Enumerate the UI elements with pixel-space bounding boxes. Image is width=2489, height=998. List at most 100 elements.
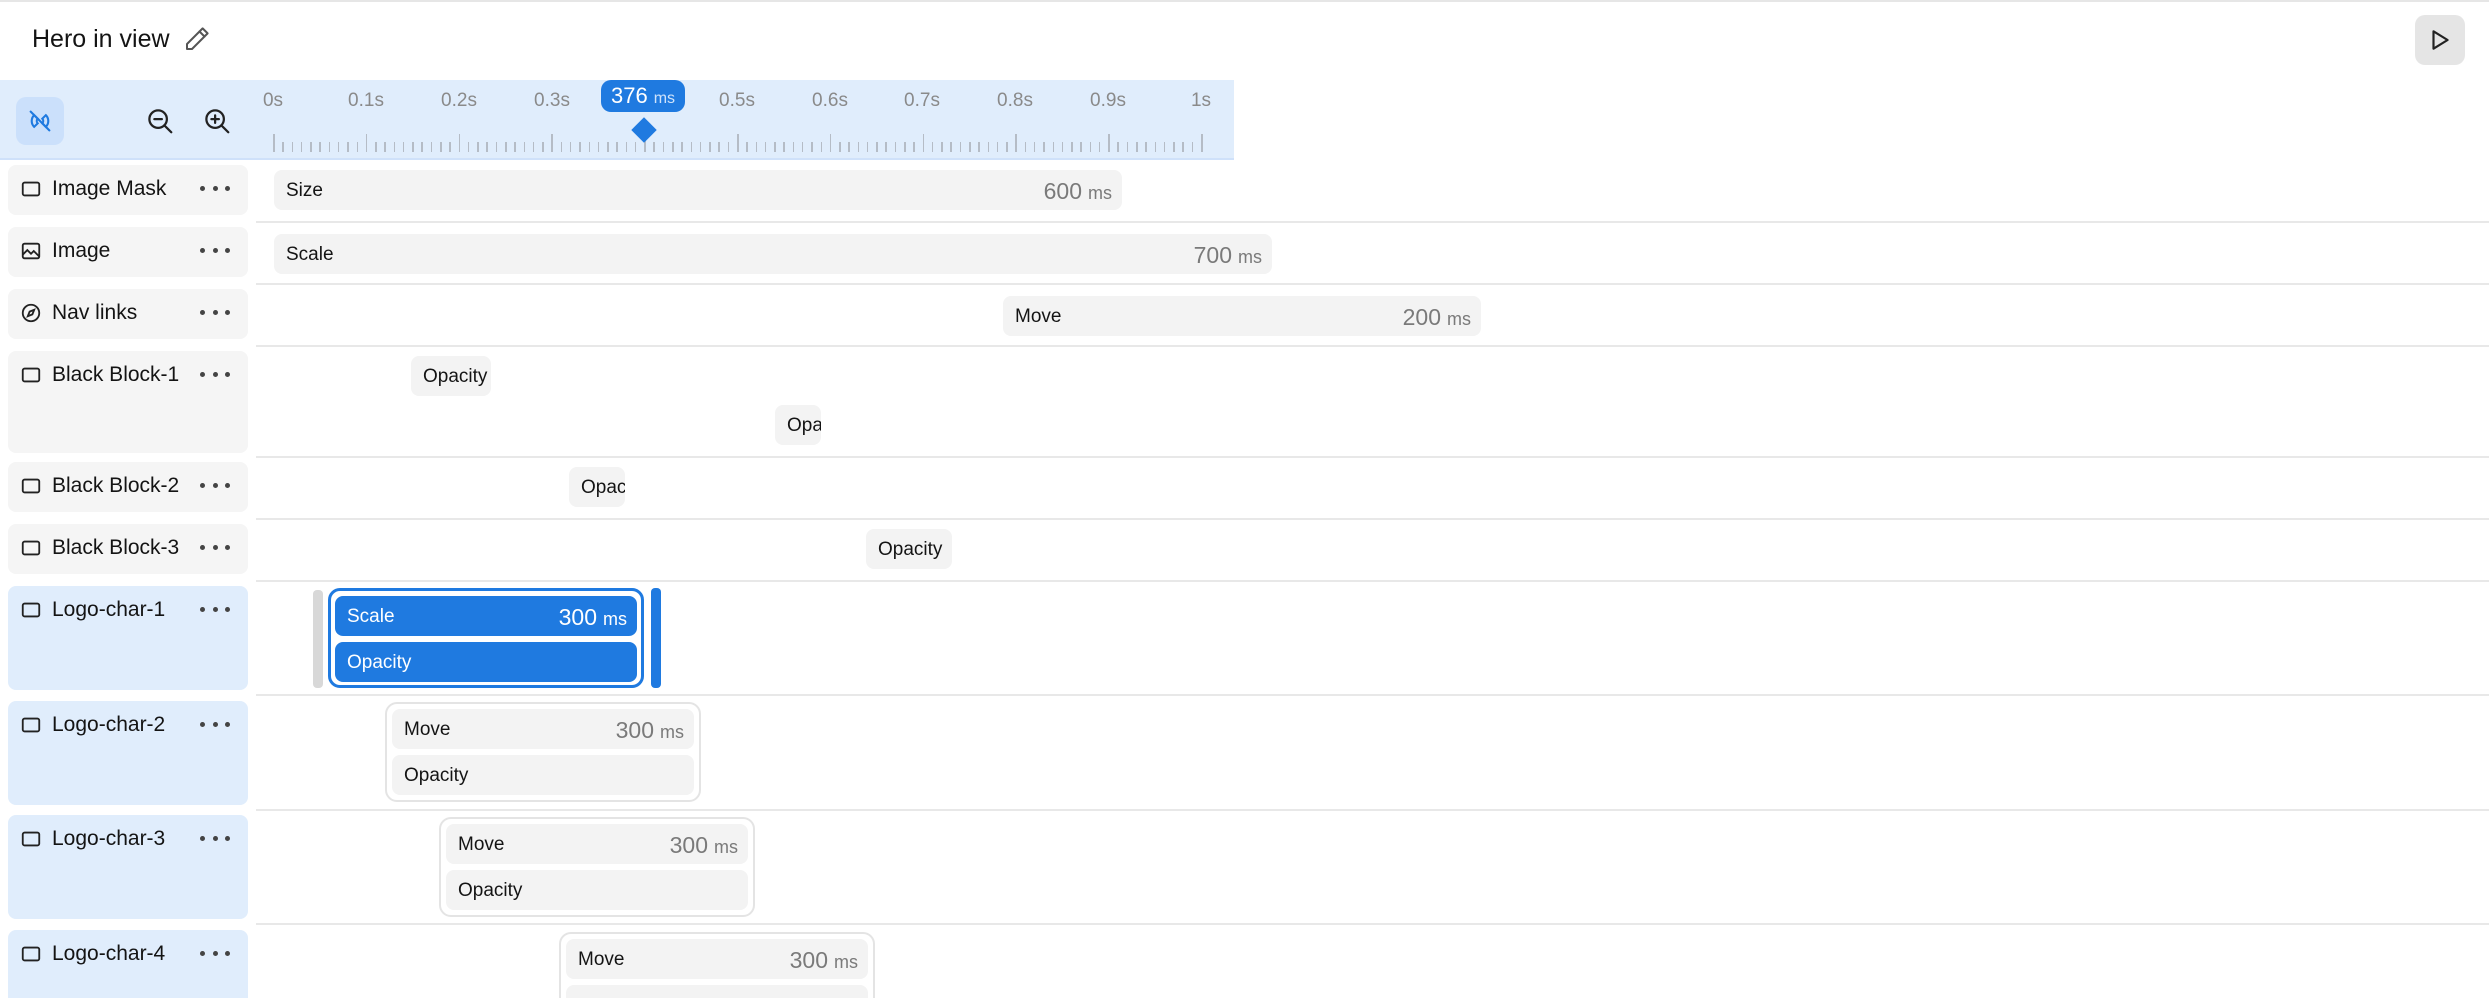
- keyframe-bar-size[interactable]: Size 600 ms: [274, 170, 1122, 210]
- ruler-tick: [523, 142, 526, 152]
- keyframe-group[interactable]: Move 300 ms Opacity: [385, 702, 701, 802]
- layer-name: Black Block-1: [52, 363, 180, 386]
- more-icon[interactable]: [200, 713, 230, 735]
- keyframe-bar-opacity[interactable]: Opacity: [446, 870, 748, 910]
- ruler-tick: [1052, 142, 1055, 152]
- ruler-tick: [1089, 142, 1092, 152]
- row-divider: [256, 456, 2489, 458]
- ruler-tick: [709, 142, 711, 152]
- title-text: Hero in view: [32, 24, 170, 53]
- bar-duration: 300 ms: [789, 947, 858, 973]
- layer-black-block-2[interactable]: Black Block-2: [8, 462, 248, 512]
- more-icon[interactable]: [200, 177, 230, 199]
- bar-label: Move: [1015, 306, 1062, 327]
- trim-handle-left[interactable]: [313, 590, 323, 688]
- layer-name: Black Block-3: [52, 536, 180, 559]
- play-icon: [2432, 30, 2449, 50]
- ruler-tick: [551, 134, 553, 152]
- ruler-tick: [505, 142, 507, 152]
- layer-logo-char-3[interactable]: Logo-char-3: [8, 815, 248, 919]
- layer-name: Logo-char-4: [52, 942, 166, 965]
- keyframe-bar-move[interactable]: Move 300 ms: [446, 824, 748, 864]
- ruler-tick: [801, 142, 804, 152]
- tick-label: 0.6s: [812, 90, 848, 111]
- play-button[interactable]: [2415, 15, 2465, 65]
- layer-nav-links[interactable]: Nav links: [8, 289, 248, 339]
- more-icon[interactable]: [200, 536, 230, 558]
- ruler-ticks: [0, 132, 1234, 152]
- more-icon[interactable]: [200, 598, 230, 620]
- tick-label: 0.8s: [997, 90, 1033, 111]
- keyframe-bar-opacity[interactable]: Opacity: [411, 356, 491, 396]
- keyframe-bar-opacity[interactable]: Opacity: [335, 642, 637, 682]
- ruler-tick: [1061, 142, 1064, 152]
- layer-name: Black Block-2: [52, 474, 180, 497]
- keyframe-group[interactable]: Move 300 ms: [559, 932, 875, 998]
- layer-image[interactable]: Image: [8, 227, 248, 277]
- ruler-tick: [764, 142, 767, 152]
- layer-black-block-3[interactable]: Black Block-3: [8, 524, 248, 574]
- ruler-tick: [634, 142, 637, 152]
- image-icon: [21, 242, 41, 260]
- layer-name: Image: [52, 239, 111, 262]
- keyframe-group-selected[interactable]: Scale 300 ms Opacity: [328, 588, 644, 688]
- layer-logo-char-1[interactable]: Logo-char-1: [8, 586, 248, 690]
- keyframe-bar-partial[interactable]: [566, 985, 868, 998]
- keyframe-bar-opacity[interactable]: Opacity: [866, 529, 952, 569]
- row-divider: [256, 345, 2489, 347]
- ruler-tick: [959, 142, 962, 152]
- ruler-tick: [616, 142, 618, 152]
- more-icon[interactable]: [200, 474, 230, 496]
- keyframe-bar-move[interactable]: Move 200 ms: [1003, 296, 1481, 336]
- layer-logo-char-2[interactable]: Logo-char-2: [8, 701, 248, 805]
- keyframe-bar-move[interactable]: Move 300 ms: [392, 709, 694, 749]
- bar-label: Scale: [347, 606, 395, 627]
- ruler-tick: [319, 142, 321, 152]
- ruler-tick: [894, 142, 897, 152]
- ruler-tick: [625, 142, 628, 152]
- pencil-icon[interactable]: [182, 24, 212, 54]
- ruler-tick: [913, 142, 915, 152]
- layer-black-block-1[interactable]: Black Block-1: [8, 351, 248, 453]
- ruler-tick: [774, 142, 776, 152]
- more-icon[interactable]: [200, 301, 230, 323]
- ruler-tick: [718, 142, 720, 152]
- bar-label: Opac: [581, 477, 625, 498]
- ruler-tick: [273, 134, 275, 152]
- ruler-tick: [467, 142, 470, 152]
- layer-logo-char-4[interactable]: Logo-char-4: [8, 930, 248, 998]
- more-icon[interactable]: [200, 363, 230, 385]
- ruler-tick: [839, 142, 841, 152]
- ruler-tick: [969, 142, 971, 152]
- bar-duration: 600 ms: [1043, 178, 1112, 204]
- playhead-time[interactable]: 376 ms: [601, 80, 686, 112]
- keyframe-bar-scale[interactable]: Scale 300 ms: [335, 596, 637, 636]
- keyframe-group[interactable]: Move 300 ms Opacity: [439, 817, 755, 917]
- ruler-tick: [597, 142, 600, 152]
- more-icon[interactable]: [200, 827, 230, 849]
- ruler-tick: [653, 142, 655, 152]
- more-icon[interactable]: [200, 239, 230, 261]
- ruler-tick: [1015, 134, 1017, 152]
- keyframe-bar-move[interactable]: Move 300 ms: [566, 939, 868, 979]
- row-divider: [256, 518, 2489, 520]
- tick-label: 1s: [1190, 90, 1212, 111]
- keyframe-bar-opacity[interactable]: Opa: [775, 405, 821, 445]
- ruler-tick: [569, 142, 572, 152]
- ruler-tick: [607, 142, 609, 152]
- bar-label: Opacity: [404, 765, 469, 786]
- ruler-tick: [412, 142, 414, 152]
- bar-label: Opacity: [423, 366, 488, 387]
- row-divider: [256, 923, 2489, 925]
- bar-label: Opacity: [347, 652, 412, 673]
- more-icon[interactable]: [200, 942, 230, 964]
- ruler-tick: [1126, 142, 1129, 152]
- ruler-tick: [876, 142, 878, 152]
- ruler-tick: [1006, 142, 1008, 152]
- keyframe-bar-opacity[interactable]: Opac: [569, 467, 625, 507]
- keyframe-bar-opacity[interactable]: Opacity: [392, 755, 694, 795]
- layer-image-mask[interactable]: Image Mask: [8, 165, 248, 215]
- keyframe-bar-scale[interactable]: Scale 700 ms: [274, 234, 1272, 274]
- trim-handle-right[interactable]: [651, 588, 661, 688]
- ruler-tick: [1154, 142, 1157, 152]
